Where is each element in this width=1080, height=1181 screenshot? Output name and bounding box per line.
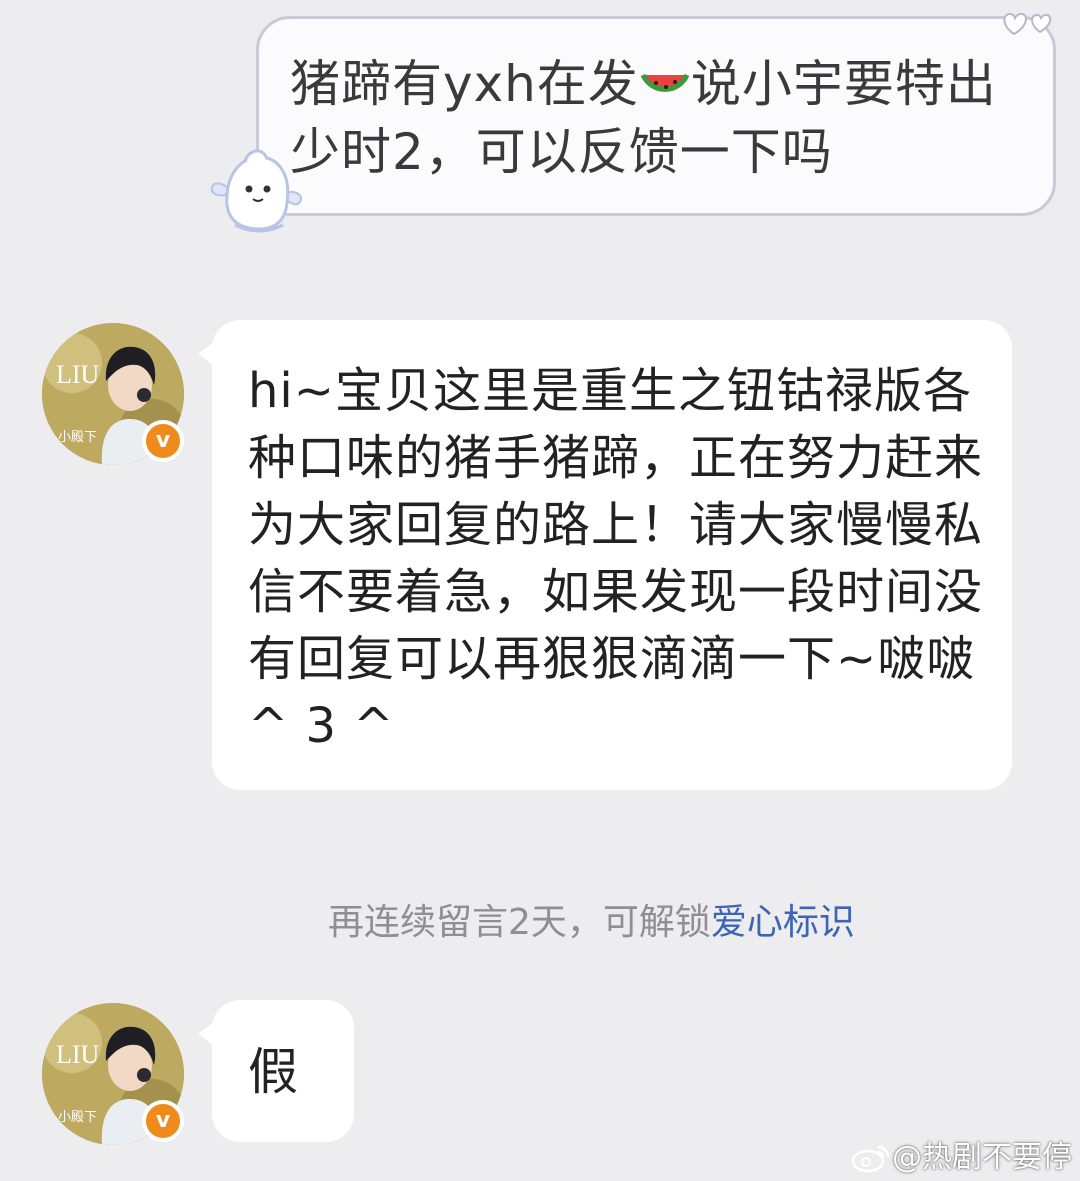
message-text-part: 猪蹄有yxh在发 bbox=[290, 55, 639, 113]
system-notice-text: 再连续留言2天，可解锁 bbox=[328, 902, 711, 943]
avatar-caption: 小殿下 bbox=[58, 430, 97, 445]
verified-badge-icon: v bbox=[142, 1100, 184, 1142]
weibo-watermark: @热剧不要停 bbox=[850, 1138, 1072, 1178]
weibo-logo-icon bbox=[851, 1145, 890, 1173]
avatar-overlay-text: LIU bbox=[56, 1040, 100, 1069]
watermark-text: @热剧不要停 bbox=[892, 1140, 1072, 1175]
ghost-mascot-icon bbox=[210, 149, 303, 233]
watermelon-icon bbox=[640, 73, 690, 92]
verified-badge-icon: v bbox=[142, 420, 184, 462]
incoming-message-text: hi~宝贝这里是重生之钮钴禄版各种口味的猪手猪蹄，正在努力赶来为大家回复的路上！… bbox=[248, 363, 984, 754]
incoming-message-text: 假 bbox=[248, 1043, 298, 1101]
unlock-heart-badge-link[interactable]: 爱心标识 bbox=[711, 902, 855, 943]
avatar-caption: 小殿下 bbox=[58, 1110, 97, 1125]
hearts-decoration-icon bbox=[1003, 12, 1052, 36]
system-notice: 再连续留言2天，可解锁爱心标识 bbox=[328, 898, 855, 948]
outgoing-message-text: 猪蹄有yxh在发 说小宇要特出少时2，可以反馈一下吗 bbox=[290, 50, 1030, 186]
avatar-overlay-text: LIU bbox=[56, 360, 100, 389]
